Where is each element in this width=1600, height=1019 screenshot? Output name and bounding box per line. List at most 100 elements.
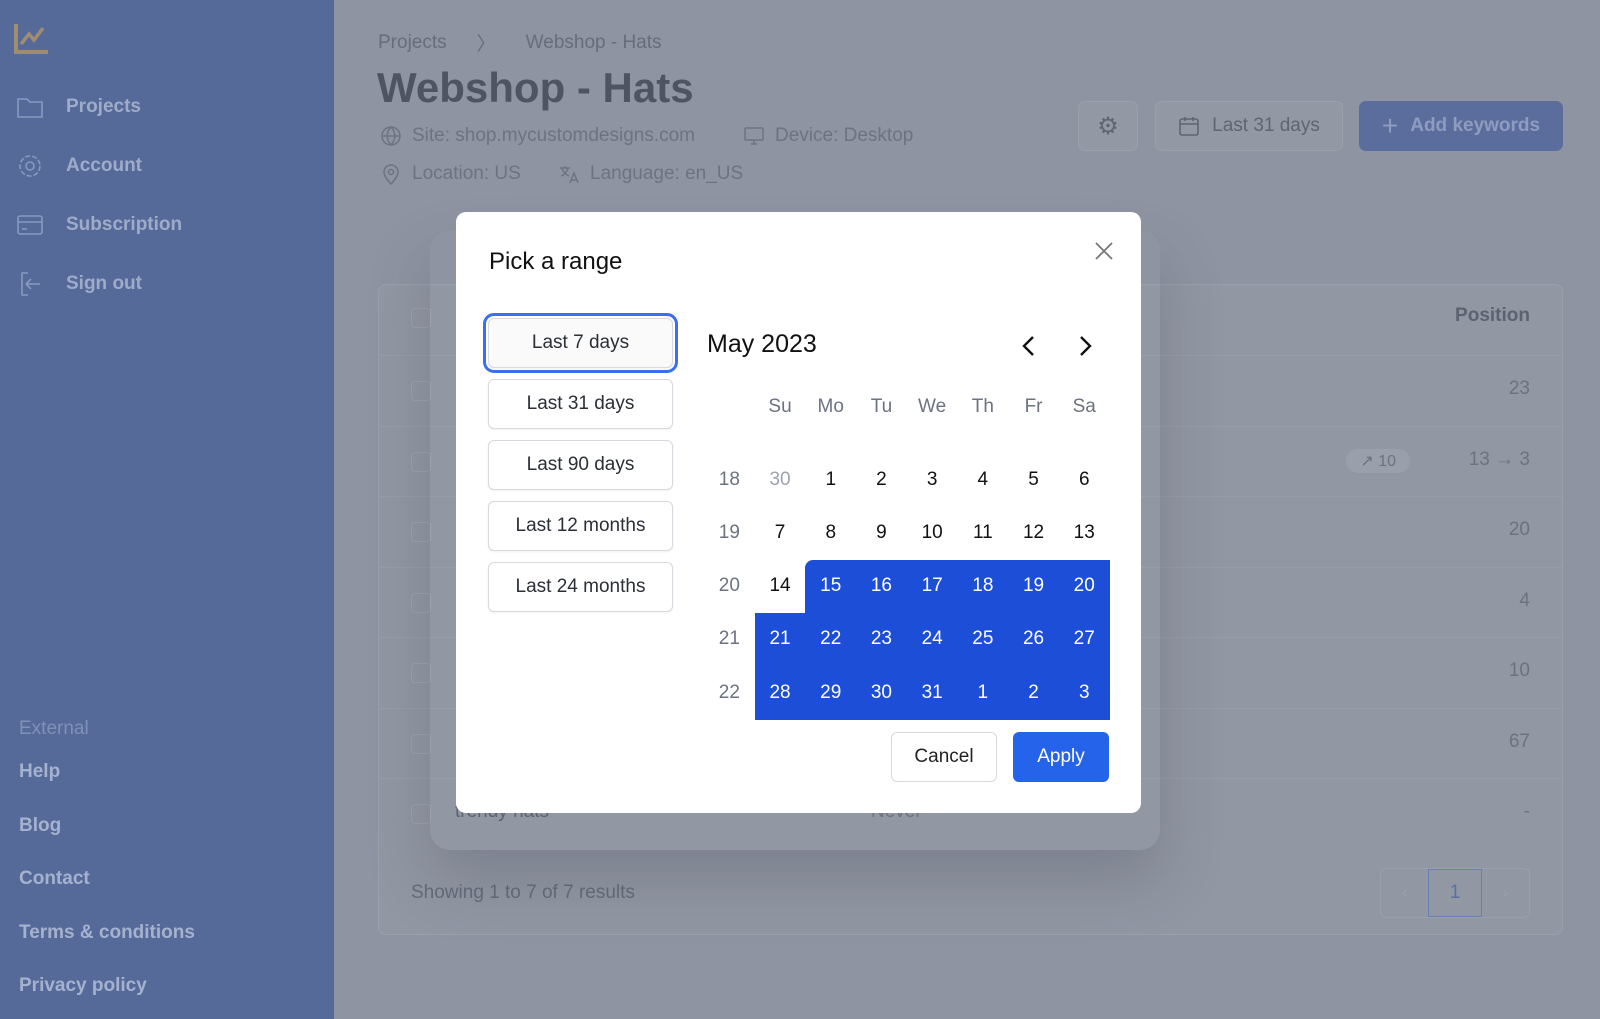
page-1-button[interactable]: 1: [1428, 869, 1482, 917]
preset-last-90-days[interactable]: Last 90 days: [488, 440, 673, 490]
next-page-button[interactable]: ›: [1482, 869, 1529, 917]
calendar-day-selected[interactable]: 15: [805, 560, 856, 613]
row-checkbox[interactable]: [411, 663, 431, 683]
week-number: 19: [718, 521, 740, 543]
week-number: 22: [718, 681, 740, 703]
calendar-day[interactable]: 10: [907, 506, 958, 559]
modal-title: Pick a range: [489, 248, 623, 275]
calendar-day[interactable]: 4: [958, 453, 1009, 506]
calendar-day[interactable]: 2: [856, 453, 907, 506]
calendar-day-selected[interactable]: 22: [805, 613, 856, 666]
calendar-day-selected[interactable]: 27: [1059, 613, 1110, 666]
calendar-day-selected[interactable]: 20: [1059, 560, 1110, 613]
breadcrumb: Projects 〉 Webshop - Hats: [378, 29, 662, 56]
link-terms[interactable]: Terms & conditions: [19, 922, 195, 944]
calendar-day-selected[interactable]: 23: [856, 613, 907, 666]
calendar-day-selected[interactable]: 2: [1008, 666, 1059, 719]
calendar-day-selected[interactable]: 21: [755, 613, 806, 666]
calendar-day[interactable]: 7: [755, 506, 806, 559]
sidebar: Projects Account Subscription Sign out E…: [0, 0, 334, 1019]
position-cell: 10: [1508, 660, 1530, 681]
calendar-day-selected[interactable]: 29: [805, 666, 856, 719]
calendar-day[interactable]: 13: [1059, 506, 1110, 559]
preset-last-31-days[interactable]: Last 31 days: [488, 379, 673, 429]
weekday-header: Su: [768, 395, 792, 417]
calendar-day[interactable]: 6: [1059, 453, 1110, 506]
settings-button[interactable]: ⚙: [1078, 101, 1138, 151]
external-heading: External: [19, 718, 89, 739]
calendar-day-selected[interactable]: 31: [907, 666, 958, 719]
calendar-day[interactable]: 3: [907, 453, 958, 506]
calendar-day[interactable]: 5: [1008, 453, 1059, 506]
link-help[interactable]: Help: [19, 761, 60, 783]
close-icon[interactable]: [1093, 240, 1115, 262]
sidebar-item-label: Account: [66, 155, 142, 176]
row-checkbox[interactable]: [411, 522, 431, 542]
date-range-button[interactable]: Last 31 days: [1155, 101, 1343, 151]
monitor-icon: [744, 127, 764, 145]
calendar-day-selected[interactable]: 24: [907, 613, 958, 666]
page-title: Webshop - Hats: [377, 64, 694, 111]
sign-out-icon: [21, 272, 40, 296]
preset-last-24-months[interactable]: Last 24 months: [488, 562, 673, 612]
meta-device: Device: Desktop: [743, 125, 913, 147]
calendar-day-selected[interactable]: 18: [958, 560, 1009, 613]
chevron-right-icon[interactable]: [1075, 334, 1095, 358]
link-blog[interactable]: Blog: [19, 815, 61, 837]
row-checkbox[interactable]: [411, 733, 431, 754]
row-checkbox[interactable]: [411, 804, 431, 824]
position-cell: 20: [1508, 519, 1530, 540]
cancel-button[interactable]: Cancel: [891, 732, 997, 782]
position-cell: 13 → 3: [1468, 448, 1530, 470]
weekday-header: We: [918, 395, 947, 417]
row-checkbox[interactable]: [411, 451, 431, 472]
calendar-day[interactable]: 14: [755, 560, 806, 613]
chevron-right-icon: 〉: [476, 34, 496, 55]
apply-button[interactable]: Apply: [1013, 732, 1109, 782]
sidebar-item-projects[interactable]: Projects: [16, 93, 141, 121]
credit-card-icon: [17, 215, 43, 235]
calendar-day-selected[interactable]: 17: [907, 560, 958, 613]
add-keywords-button[interactable]: + Add keywords: [1359, 101, 1563, 151]
preset-last-12-months[interactable]: Last 12 months: [488, 501, 673, 551]
select-all-checkbox[interactable]: [411, 308, 431, 328]
week-number: 20: [718, 575, 740, 597]
position-cell: -: [1523, 801, 1530, 822]
calendar-day-selected[interactable]: 1: [958, 666, 1009, 719]
calendar-day-selected[interactable]: 25: [958, 613, 1009, 666]
calendar-day[interactable]: 8: [805, 506, 856, 559]
calendar-day-selected[interactable]: 26: [1008, 613, 1059, 666]
chevron-left-icon[interactable]: [1019, 334, 1039, 358]
link-privacy[interactable]: Privacy policy: [19, 975, 147, 997]
link-contact[interactable]: Contact: [19, 868, 90, 890]
calendar-day-selected[interactable]: 16: [856, 560, 907, 613]
date-range-modal: Pick a range Last 7 days Last 31 days Last…: [456, 212, 1141, 813]
change-badge: ↗ 10: [1346, 448, 1410, 473]
calendar-day-selected[interactable]: 30: [856, 666, 907, 719]
row-checkbox[interactable]: [411, 592, 431, 613]
position-cell: 23: [1508, 378, 1530, 399]
calendar-day-selected[interactable]: 3: [1059, 666, 1110, 719]
calendar-day[interactable]: 12: [1008, 506, 1059, 559]
calendar-day[interactable]: 1: [805, 453, 856, 506]
map-pin-icon: [383, 164, 399, 185]
breadcrumb-projects[interactable]: Projects: [378, 32, 447, 54]
sidebar-item-sign-out[interactable]: Sign out: [16, 270, 142, 298]
meta-site: Site: shop.mycustomdesigns.com: [380, 125, 695, 147]
column-header-position: Position: [1455, 305, 1530, 326]
calendar-day[interactable]: 11: [958, 506, 1009, 559]
sidebar-item-subscription[interactable]: Subscription: [16, 211, 182, 239]
position-cell: 4: [1519, 589, 1530, 611]
plus-icon: +: [1381, 110, 1399, 141]
weekday-header: Th: [971, 395, 994, 417]
calendar-day[interactable]: 30: [755, 453, 806, 506]
prev-page-button[interactable]: ‹: [1381, 869, 1428, 917]
meta-language: Language: en_US: [558, 163, 743, 185]
row-checkbox[interactable]: [411, 381, 431, 401]
calendar-day-selected[interactable]: 28: [755, 666, 806, 719]
calendar-day-selected[interactable]: 19: [1008, 560, 1059, 613]
preset-last-7-days[interactable]: Last 7 days: [483, 313, 678, 373]
breadcrumb-current: Webshop - Hats: [525, 31, 662, 53]
calendar-day[interactable]: 9: [856, 506, 907, 559]
sidebar-item-account[interactable]: Account: [16, 152, 142, 180]
